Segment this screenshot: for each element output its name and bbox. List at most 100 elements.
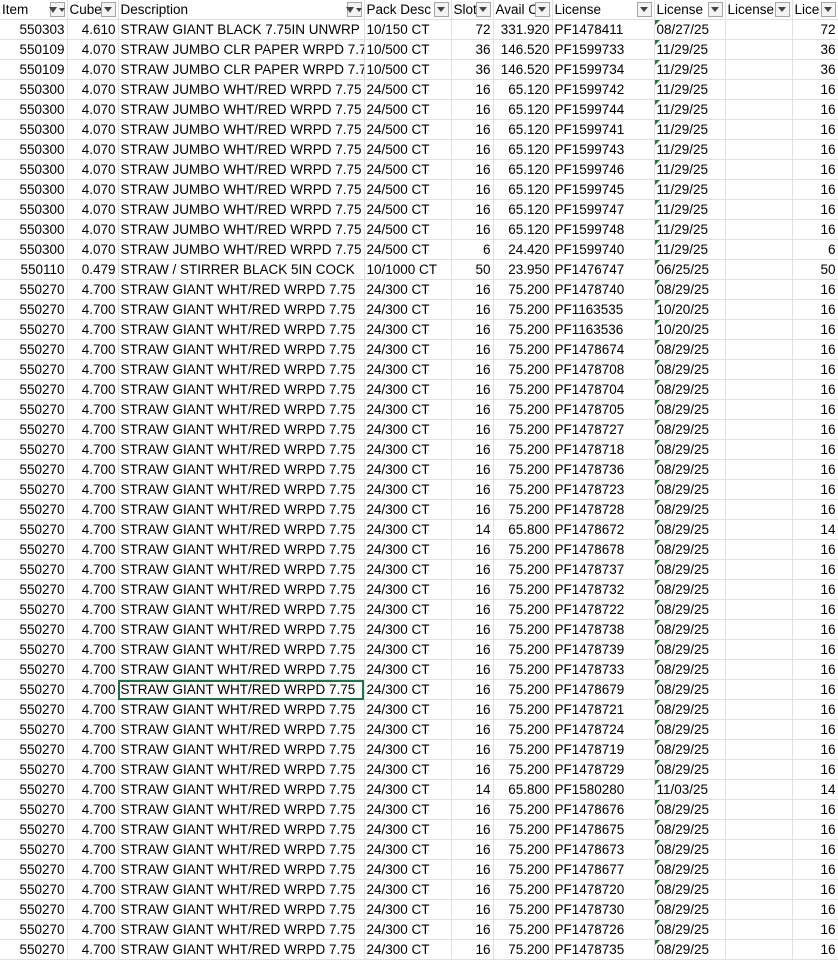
cell-pack-desc[interactable]: 24/300 CT [364, 799, 452, 820]
cell-pack-desc[interactable]: 24/300 CT [364, 679, 452, 700]
cell-license-qty[interactable]: 16 [792, 299, 838, 320]
cell-license-date[interactable]: 08/29/25 [654, 519, 726, 540]
cell-license[interactable]: PF1478677 [552, 859, 655, 880]
cell-license-qty[interactable]: 14 [792, 779, 838, 800]
cell-avail-cube[interactable]: 75.200 [493, 419, 553, 440]
cell-slot[interactable]: 16 [451, 439, 494, 460]
cell-slot[interactable]: 50 [451, 259, 494, 280]
cell-cube[interactable]: 4.700 [67, 439, 119, 460]
column-header-avail-cube[interactable]: Avail C [493, 0, 553, 20]
cell-license-date[interactable]: 10/20/25 [654, 319, 726, 340]
cell-license-date[interactable]: 11/29/25 [654, 179, 726, 200]
cell-description[interactable]: STRAW GIANT WHT/RED WRPD 7.75 [118, 659, 365, 680]
cell-license-date[interactable]: 08/29/25 [654, 919, 726, 940]
cell-license-qty[interactable]: 50 [792, 259, 838, 280]
cell-license-qty[interactable]: 16 [792, 499, 838, 520]
cell-license-date[interactable]: 11/03/25 [654, 779, 726, 800]
filter-dropdown-icon[interactable] [433, 2, 449, 17]
cell-avail-cube[interactable]: 75.200 [493, 439, 553, 460]
cell-avail-cube[interactable]: 75.200 [493, 939, 553, 960]
cell-item[interactable]: 550270 [0, 779, 68, 800]
cell-slot[interactable]: 16 [451, 419, 494, 440]
cell-license-blank[interactable] [725, 679, 793, 700]
cell-item[interactable]: 550300 [0, 199, 68, 220]
cell-license[interactable]: PF1478735 [552, 939, 655, 960]
cell-description[interactable]: STRAW GIANT WHT/RED WRPD 7.75 [118, 519, 365, 540]
cell-license[interactable]: PF1580280 [552, 779, 655, 800]
cell-license-blank[interactable] [725, 659, 793, 680]
cell-license-blank[interactable] [725, 699, 793, 720]
cell-license-qty[interactable]: 16 [792, 479, 838, 500]
cell-cube[interactable]: 4.700 [67, 419, 119, 440]
cell-license[interactable]: PF1478740 [552, 279, 655, 300]
cell-slot[interactable]: 16 [451, 559, 494, 580]
cell-pack-desc[interactable]: 24/300 CT [364, 859, 452, 880]
cell-description[interactable]: STRAW GIANT WHT/RED WRPD 7.75 [118, 359, 365, 380]
cell-avail-cube[interactable]: 65.120 [493, 179, 553, 200]
column-header-license-blank[interactable]: License [725, 0, 793, 20]
cell-pack-desc[interactable]: 24/300 CT [364, 839, 452, 860]
cell-license-blank[interactable] [725, 79, 793, 100]
cell-description[interactable]: STRAW GIANT WHT/RED WRPD 7.75 [118, 619, 365, 640]
cell-pack-desc[interactable]: 24/300 CT [364, 539, 452, 560]
cell-avail-cube[interactable]: 65.120 [493, 139, 553, 160]
cell-license-date[interactable]: 08/29/25 [654, 819, 726, 840]
cell-avail-cube[interactable]: 24.420 [493, 239, 553, 260]
cell-cube[interactable]: 4.700 [67, 819, 119, 840]
cell-license-blank[interactable] [725, 299, 793, 320]
cell-avail-cube[interactable]: 75.200 [493, 579, 553, 600]
cell-slot[interactable]: 16 [451, 599, 494, 620]
cell-item[interactable]: 550109 [0, 39, 68, 60]
cell-slot[interactable]: 72 [451, 19, 494, 40]
cell-license-blank[interactable] [725, 339, 793, 360]
cell-license-blank[interactable] [725, 379, 793, 400]
cell-slot[interactable]: 16 [451, 319, 494, 340]
cell-pack-desc[interactable]: 24/300 CT [364, 459, 452, 480]
column-header-license-date[interactable]: License [654, 0, 726, 20]
cell-license-blank[interactable] [725, 839, 793, 860]
cell-slot[interactable]: 16 [451, 459, 494, 480]
cell-license-qty[interactable]: 16 [792, 99, 838, 120]
cell-cube[interactable]: 4.700 [67, 679, 119, 700]
filter-dropdown-icon[interactable] [707, 2, 723, 17]
cell-pack-desc[interactable]: 24/500 CT [364, 239, 452, 260]
cell-license-date[interactable]: 11/29/25 [654, 59, 726, 80]
cell-pack-desc[interactable]: 24/300 CT [364, 779, 452, 800]
cell-license-date[interactable]: 08/29/25 [654, 599, 726, 620]
cell-slot[interactable]: 16 [451, 879, 494, 900]
cell-pack-desc[interactable]: 10/150 CT [364, 19, 452, 40]
cell-item[interactable]: 550270 [0, 279, 68, 300]
cell-license-date[interactable]: 08/29/25 [654, 539, 726, 560]
cell-avail-cube[interactable]: 75.200 [493, 859, 553, 880]
cell-license[interactable]: PF1478720 [552, 879, 655, 900]
cell-cube[interactable]: 4.700 [67, 399, 119, 420]
cell-item[interactable]: 550303 [0, 19, 68, 40]
cell-license-blank[interactable] [725, 359, 793, 380]
cell-license[interactable]: PF1478708 [552, 359, 655, 380]
cell-license[interactable]: PF1478732 [552, 579, 655, 600]
cell-license-blank[interactable] [725, 619, 793, 640]
cell-description[interactable]: STRAW GIANT WHT/RED WRPD 7.75 [118, 679, 365, 700]
cell-license-qty[interactable]: 16 [792, 899, 838, 920]
cell-license-blank[interactable] [725, 939, 793, 960]
column-header-slot[interactable]: Slot [451, 0, 494, 20]
cell-description[interactable]: STRAW GIANT WHT/RED WRPD 7.75 [118, 839, 365, 860]
column-header-license-qty[interactable]: Lice [792, 0, 838, 20]
cell-cube[interactable]: 4.700 [67, 699, 119, 720]
cell-slot[interactable]: 16 [451, 819, 494, 840]
cell-item[interactable]: 550300 [0, 79, 68, 100]
cell-license-qty[interactable]: 16 [792, 719, 838, 740]
cell-item[interactable]: 550270 [0, 839, 68, 860]
cell-description[interactable]: STRAW / STIRRER BLACK 5IN COCK [118, 259, 365, 280]
cell-avail-cube[interactable]: 65.800 [493, 519, 553, 540]
cell-license-blank[interactable] [725, 219, 793, 240]
cell-license[interactable]: PF1163535 [552, 299, 655, 320]
cell-license-date[interactable]: 08/29/25 [654, 699, 726, 720]
cell-description[interactable]: STRAW JUMBO WHT/RED WRPD 7.75 [118, 139, 365, 160]
cell-description[interactable]: STRAW GIANT BLACK 7.75IN UNWRP [118, 19, 365, 40]
cell-license-qty[interactable]: 16 [792, 579, 838, 600]
cell-license-blank[interactable] [725, 499, 793, 520]
cell-slot[interactable]: 16 [451, 939, 494, 960]
cell-item[interactable]: 550270 [0, 599, 68, 620]
cell-description[interactable]: STRAW GIANT WHT/RED WRPD 7.75 [118, 939, 365, 960]
